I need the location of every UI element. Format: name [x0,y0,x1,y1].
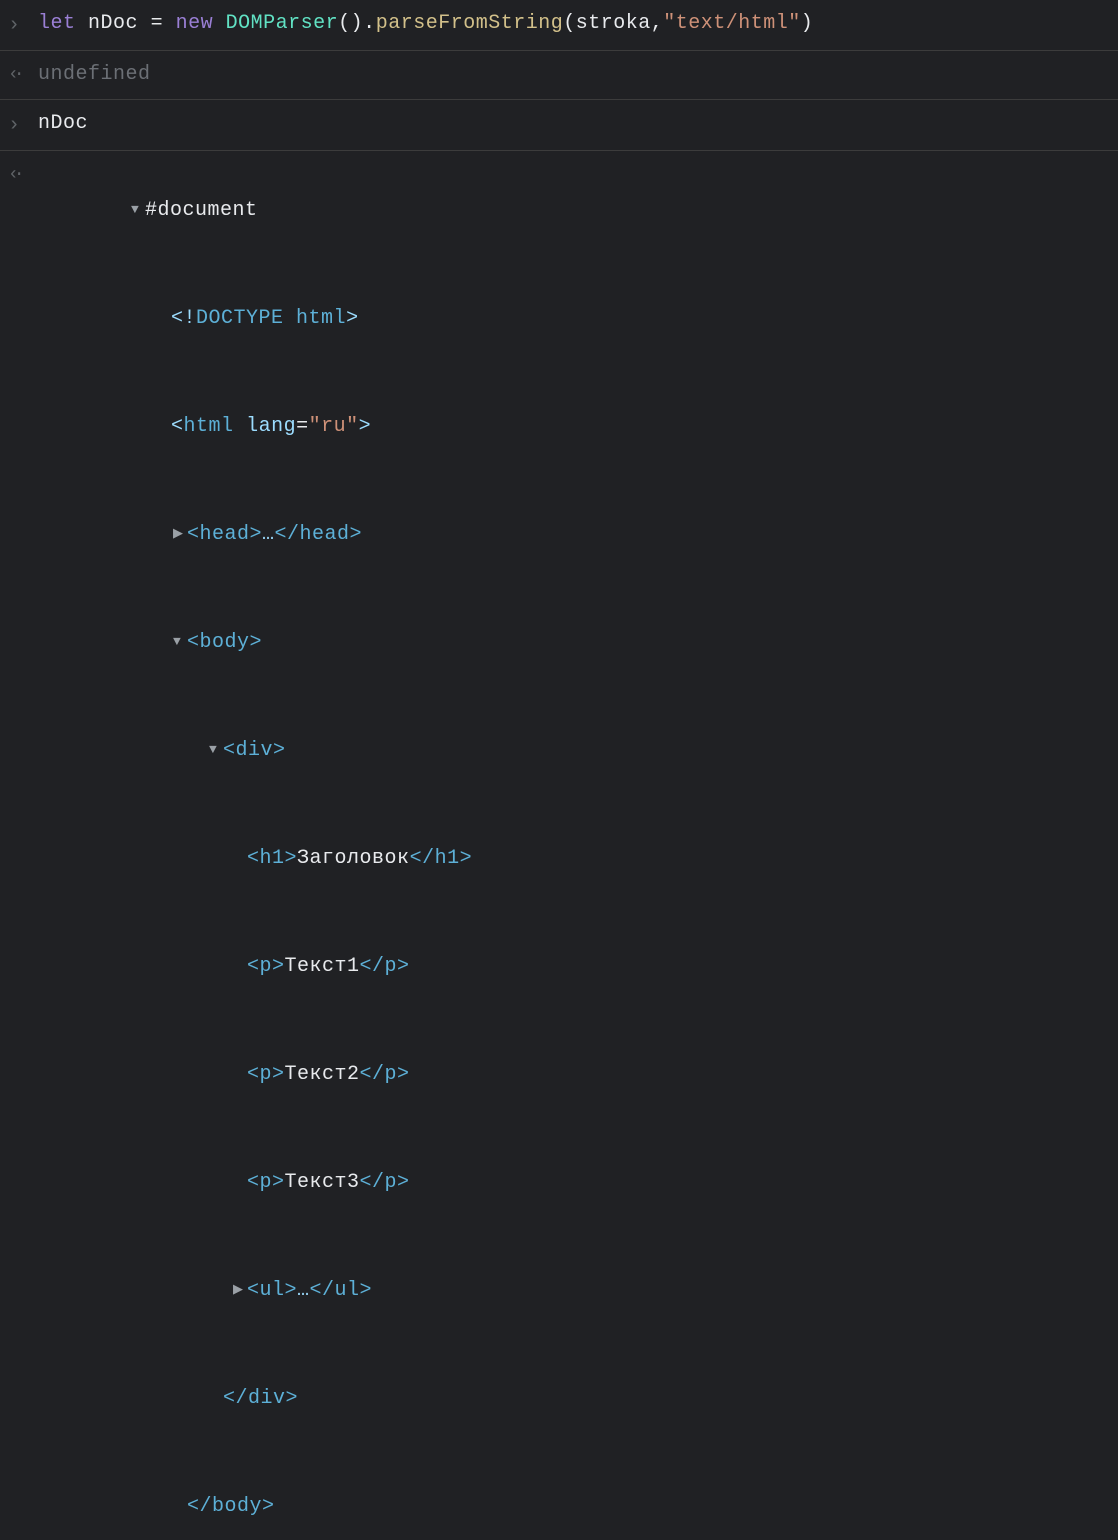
expand-arrow-icon[interactable] [209,738,223,761]
expression-ndoc: nDoc [38,112,88,135]
output-prompt-icon [8,157,38,191]
undefined-value: undefined [38,63,151,86]
input-prompt-icon [8,106,38,144]
output-prompt-icon [8,57,38,91]
console-output-row-2: #document <!DOCTYPE html> <html lang="ru… [0,151,1118,1540]
expand-arrow-icon[interactable] [173,630,187,653]
collapse-arrow-icon[interactable] [173,522,187,545]
keyword-new: new [176,12,214,35]
tree-head[interactable]: <head>…</head> [38,481,1108,589]
variable-ndoc: nDoc [88,12,138,35]
tree-p2[interactable]: <p>Текст2</p> [38,1021,1108,1129]
collapse-arrow-icon[interactable] [233,1278,247,1301]
input-prompt-icon [8,6,38,44]
dom-tree[interactable]: #document <!DOCTYPE html> <html lang="ru… [38,157,1118,1540]
tree-body-close[interactable]: </body> [38,1453,1108,1540]
expand-arrow-icon[interactable] [131,198,145,221]
console-input-row-1[interactable]: let nDoc = new DOMParser().parseFromStri… [0,0,1118,51]
tree-div-open[interactable]: <div> [38,697,1108,805]
tree-div-close[interactable]: </div> [38,1345,1108,1453]
arg-stroka: stroka [576,12,651,35]
tree-ul[interactable]: <ul>…</ul> [24,1237,1094,1345]
class-domparser: DOMParser [226,12,339,35]
method-parsefromstring: parseFromString [376,12,564,35]
tree-html-open[interactable]: <html lang="ru"> [38,373,1108,481]
tree-h1[interactable]: <h1>Заголовок</h1> [38,805,1108,913]
tree-doctype[interactable]: <!DOCTYPE html> [38,265,1108,373]
keyword-let: let [38,12,76,35]
tree-p1[interactable]: <p>Текст1</p> [38,913,1108,1021]
tree-body-open[interactable]: <body> [38,589,1108,697]
console-input-row-2[interactable]: nDoc [0,100,1118,151]
code-line-1: let nDoc = new DOMParser().parseFromStri… [38,6,1118,42]
console-output-row-1: undefined [0,51,1118,100]
arg-mimetype: "text/html" [663,12,801,35]
tree-p3[interactable]: <p>Текст3</p> [38,1129,1108,1237]
tree-document[interactable]: #document [38,157,1108,265]
